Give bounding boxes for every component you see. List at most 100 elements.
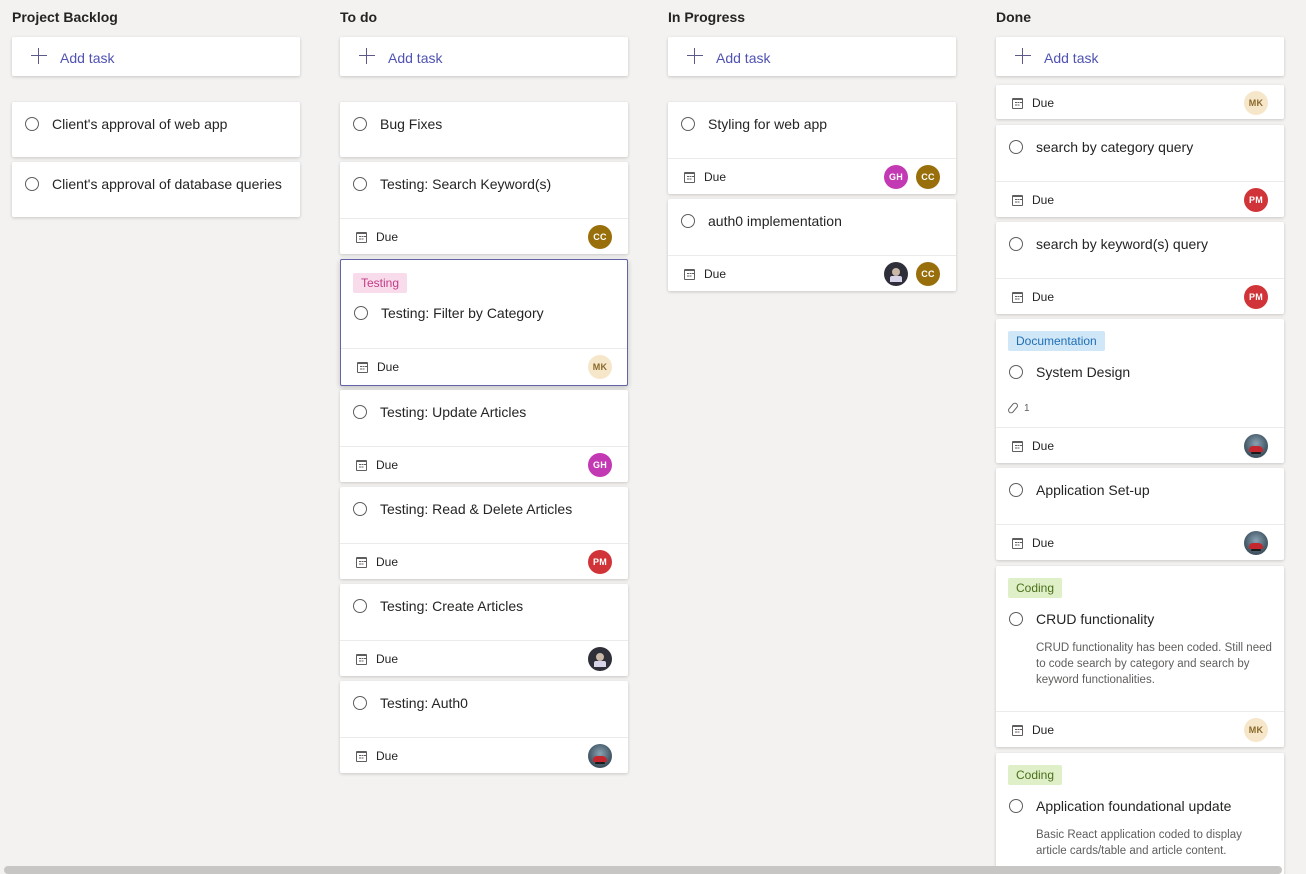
avatar[interactable]: MK xyxy=(588,355,612,379)
task-card[interactable]: Documentation System Design 1 Due xyxy=(996,319,1284,463)
due-date[interactable]: Due xyxy=(1012,289,1054,305)
due-date[interactable]: Due xyxy=(1012,438,1054,454)
due-date[interactable]: Due xyxy=(1012,535,1054,551)
due-date[interactable]: Due xyxy=(356,651,398,667)
task-title: search by category query xyxy=(1036,139,1194,155)
task-title: auth0 implementation xyxy=(708,213,842,229)
plus-icon xyxy=(31,48,47,64)
task-card[interactable]: Coding CRUD functionality CRUD functiona… xyxy=(996,566,1284,747)
add-task-label: Add task xyxy=(716,50,771,66)
attachments-indicator[interactable]: 1 xyxy=(1006,401,1030,415)
column-title[interactable]: To do xyxy=(340,9,377,25)
due-label: Due xyxy=(376,749,399,763)
complete-task-checkbox[interactable] xyxy=(681,214,695,228)
avatar-photo[interactable] xyxy=(1244,531,1268,555)
avatar-photo[interactable] xyxy=(588,647,612,671)
card-divider xyxy=(340,737,628,738)
complete-task-checkbox[interactable] xyxy=(1009,483,1023,497)
card-divider xyxy=(996,524,1284,525)
due-date[interactable]: Due xyxy=(1012,95,1054,111)
complete-task-checkbox[interactable] xyxy=(1009,365,1023,379)
avatar[interactable]: CC xyxy=(916,165,940,189)
task-card[interactable]: Client's approval of web app xyxy=(12,102,300,157)
due-date[interactable]: Due xyxy=(357,359,399,375)
task-title: Application foundational update xyxy=(1036,798,1232,814)
avatar[interactable]: CC xyxy=(588,225,612,249)
avatar[interactable]: PM xyxy=(588,550,612,574)
complete-task-checkbox[interactable] xyxy=(353,502,367,516)
complete-task-checkbox[interactable] xyxy=(681,117,695,131)
due-date[interactable]: Due xyxy=(1012,722,1054,738)
column-title[interactable]: Project Backlog xyxy=(12,9,118,25)
label-tag: Coding xyxy=(1008,765,1063,785)
avatar[interactable]: MK xyxy=(1244,91,1268,115)
task-card[interactable]: auth0 implementation Due CC xyxy=(668,199,956,291)
task-card[interactable]: search by keyword(s) query Due PM xyxy=(996,222,1284,314)
due-date[interactable]: Due xyxy=(1012,192,1054,208)
complete-task-checkbox[interactable] xyxy=(1009,140,1023,154)
calendar-icon xyxy=(356,459,367,471)
due-date[interactable]: Due xyxy=(356,554,398,570)
complete-task-checkbox[interactable] xyxy=(353,117,367,131)
task-card[interactable]: search by category query Due PM xyxy=(996,125,1284,217)
task-card[interactable]: Testing: Auth0 Due xyxy=(340,681,628,773)
label-tag: Coding xyxy=(1008,578,1063,598)
task-card[interactable]: Testing: Create Articles Due xyxy=(340,584,628,676)
complete-task-checkbox[interactable] xyxy=(25,117,39,131)
avatar-photo[interactable] xyxy=(884,262,908,286)
calendar-icon xyxy=(356,556,367,568)
calendar-icon xyxy=(1012,194,1023,206)
calendar-icon xyxy=(684,171,695,183)
avatar[interactable]: PM xyxy=(1244,285,1268,309)
calendar-icon xyxy=(684,268,695,280)
plus-icon xyxy=(1015,48,1031,64)
avatar[interactable]: GH xyxy=(884,165,908,189)
due-label: Due xyxy=(377,360,400,374)
complete-task-checkbox[interactable] xyxy=(353,696,367,710)
avatar-photo-figure xyxy=(596,653,604,661)
add-task-button[interactable]: Add task xyxy=(996,37,1284,76)
task-card[interactable]: Testing Testing: Filter by Category Due … xyxy=(340,259,628,386)
column-title[interactable]: Done xyxy=(996,9,1031,25)
task-card[interactable]: Application Set-up Due xyxy=(996,468,1284,560)
avatar[interactable]: PM xyxy=(1244,188,1268,212)
horizontal-scrollbar[interactable] xyxy=(4,866,1282,874)
column-title[interactable]: In Progress xyxy=(668,9,745,25)
task-card[interactable]: Styling for web app Due GH CC xyxy=(668,102,956,194)
avatar[interactable]: CC xyxy=(916,262,940,286)
card-divider xyxy=(996,181,1284,182)
due-label: Due xyxy=(376,230,399,244)
complete-task-checkbox[interactable] xyxy=(1009,612,1023,626)
card-divider xyxy=(996,427,1284,428)
task-card[interactable]: Testing: Search Keyword(s) Due CC xyxy=(340,162,628,254)
complete-task-checkbox[interactable] xyxy=(1009,799,1023,813)
task-card[interactable]: Coding Application foundational update B… xyxy=(996,753,1284,874)
complete-task-checkbox[interactable] xyxy=(353,405,367,419)
task-card[interactable]: Testing: Update Articles Due GH xyxy=(340,390,628,482)
complete-task-checkbox[interactable] xyxy=(353,177,367,191)
avatar[interactable]: GH xyxy=(588,453,612,477)
task-card[interactable]: Due MK xyxy=(996,85,1284,119)
complete-task-checkbox[interactable] xyxy=(1009,237,1023,251)
plus-icon xyxy=(359,48,375,64)
due-date[interactable]: Due xyxy=(356,229,398,245)
avatar[interactable]: MK xyxy=(1244,718,1268,742)
complete-task-checkbox[interactable] xyxy=(354,306,368,320)
add-task-button[interactable]: Add task xyxy=(340,37,628,76)
complete-task-checkbox[interactable] xyxy=(353,599,367,613)
task-card[interactable]: Bug Fixes xyxy=(340,102,628,157)
due-label: Due xyxy=(1032,193,1055,207)
due-label: Due xyxy=(376,458,399,472)
calendar-icon xyxy=(1012,97,1023,109)
due-date[interactable]: Due xyxy=(684,169,726,185)
due-date[interactable]: Due xyxy=(684,266,726,282)
due-date[interactable]: Due xyxy=(356,748,398,764)
task-card[interactable]: Testing: Read & Delete Articles Due PM xyxy=(340,487,628,579)
add-task-button[interactable]: Add task xyxy=(668,37,956,76)
add-task-button[interactable]: Add task xyxy=(12,37,300,76)
due-date[interactable]: Due xyxy=(356,457,398,473)
complete-task-checkbox[interactable] xyxy=(25,177,39,191)
task-card[interactable]: Client's approval of database queries xyxy=(12,162,300,217)
avatar-photo[interactable] xyxy=(588,744,612,768)
avatar-photo[interactable] xyxy=(1244,434,1268,458)
